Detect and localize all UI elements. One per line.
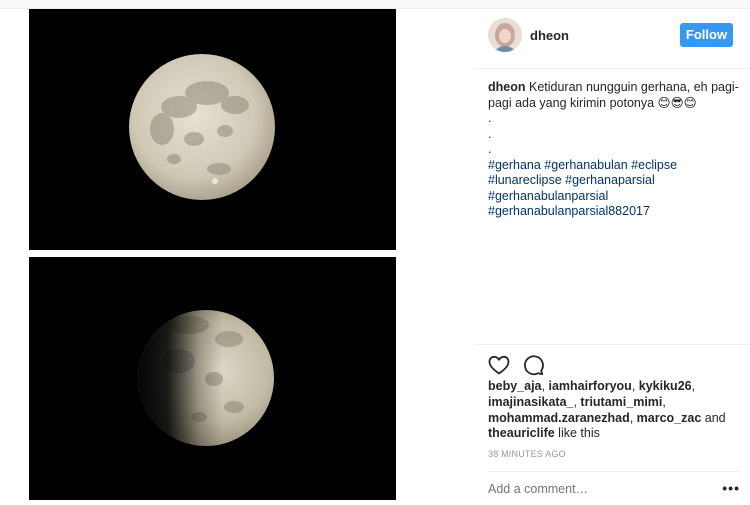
partial-eclipse-image (29, 257, 396, 500)
action-bar (474, 344, 750, 384)
hashtag-line[interactable]: #gerhanabulanparsial882017 (488, 204, 740, 220)
speech-bubble-icon[interactable] (521, 353, 545, 377)
photo-partial-eclipse[interactable] (29, 257, 396, 500)
ellipsis-icon[interactable]: ••• (722, 481, 740, 495)
liker-link[interactable]: kykiku26 (639, 379, 692, 393)
avatar-image (488, 18, 522, 52)
liker-link[interactable]: theauriclife (488, 426, 555, 440)
liker-link[interactable]: imajinasikata_ (488, 395, 573, 409)
heart-icon[interactable] (487, 353, 511, 377)
comment-input[interactable] (488, 482, 708, 496)
liker-link[interactable]: mohammad.zaranezhad (488, 411, 630, 425)
hashtag-line[interactable]: #gerhana #gerhanabulan #eclipse (488, 158, 740, 174)
caption-text: Ketiduran nungguin gerhana, eh pagi-pagi… (488, 80, 739, 110)
liker-link[interactable]: beby_aja (488, 379, 542, 393)
liker-link[interactable]: iamhairforyou (548, 379, 631, 393)
follow-button[interactable]: Follow (680, 23, 733, 47)
liker-link[interactable]: triutami_mimi (580, 395, 662, 409)
photo-full-moon[interactable] (29, 9, 396, 250)
likes-and-text: and (704, 410, 726, 425)
caption-dot: . (488, 142, 492, 156)
likes-summary: beby_aja, iamhairforyou, kykiku26, imaji… (488, 379, 726, 441)
post-username[interactable]: dheon (530, 28, 569, 43)
likes-suffix-text: like this (558, 426, 600, 441)
hashtag-line[interactable]: #gerhanabulanparsial (488, 189, 740, 205)
avatar[interactable] (488, 18, 522, 52)
post-timestamp[interactable]: 38 MINUTES AGO (488, 449, 566, 459)
hashtag-line[interactable]: #lunareclipse #gerhanaparsial (488, 173, 740, 189)
top-border (0, 0, 750, 9)
post-panel: dheon Follow dheon Ketiduran nungguin ge… (474, 9, 750, 505)
liker-link[interactable]: marco_zac (637, 411, 702, 425)
comment-row: ••• (488, 471, 740, 505)
caption-username[interactable]: dheon (488, 80, 526, 94)
full-moon-image (29, 9, 396, 250)
caption-dot: . (488, 111, 492, 125)
caption-dot: . (488, 126, 492, 141)
post-caption: dheon Ketiduran nungguin gerhana, eh pag… (488, 80, 740, 220)
post-header: dheon Follow (474, 9, 750, 69)
